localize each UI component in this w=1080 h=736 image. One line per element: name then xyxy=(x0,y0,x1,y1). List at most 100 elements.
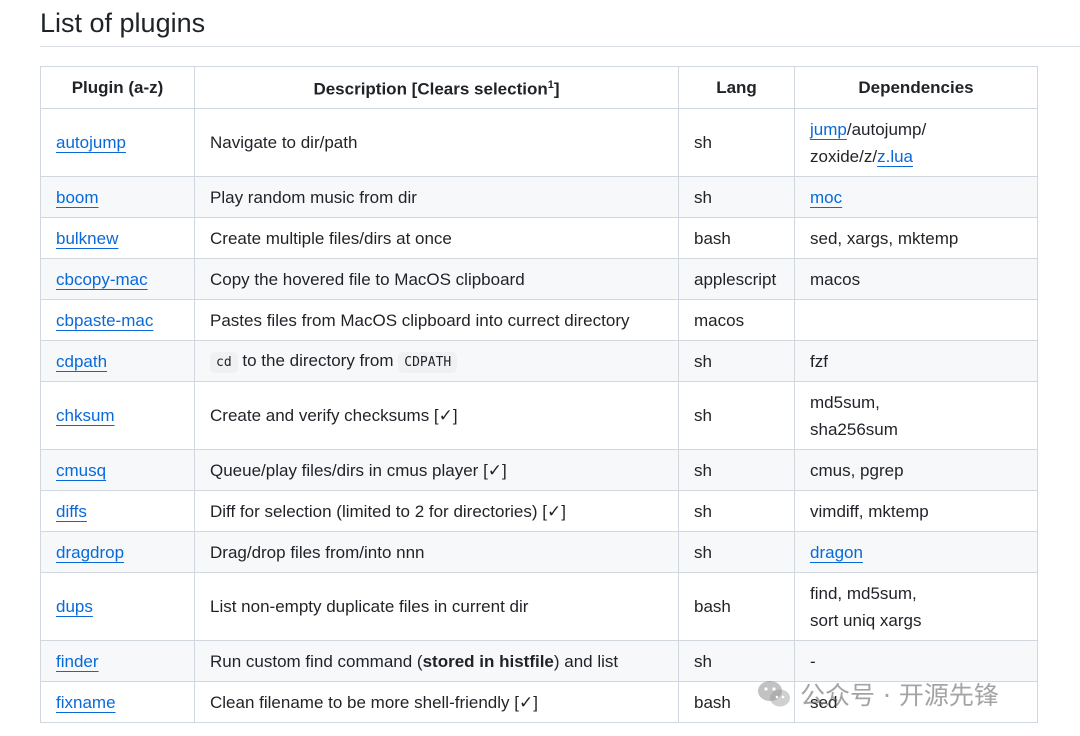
dependency-text: cmus, pgrep xyxy=(810,460,904,480)
bold-text: stored in histfile xyxy=(422,651,554,671)
description-text: to the directory from xyxy=(237,350,399,370)
plugin-link[interactable]: dragdrop xyxy=(56,543,124,562)
table-row: finder Run custom find command (stored in… xyxy=(40,640,1038,682)
cell-description: Clean filename to be more shell-friendly… xyxy=(194,681,679,723)
header-description: Description [Clears selection1] xyxy=(194,66,679,109)
table-row: cbpaste-mac Pastes files from MacOS clipb… xyxy=(40,299,1038,341)
plugin-link[interactable]: finder xyxy=(56,652,99,671)
table-row: dups List non-empty duplicate files in cu… xyxy=(40,572,1038,641)
header-lang: Lang xyxy=(678,66,795,109)
inline-code: CDPATH xyxy=(398,351,458,373)
table-row: cdpath cd to the directory from CDPATH sh f… xyxy=(40,340,1038,382)
plugin-link[interactable]: bulknew xyxy=(56,229,118,248)
dependency-text: zoxide/z/ xyxy=(810,146,878,166)
cell-plugin: diffs xyxy=(40,490,195,532)
plugin-link[interactable]: cbcopy-mac xyxy=(56,270,148,289)
dependency-link[interactable]: dragon xyxy=(810,543,863,562)
plugin-link[interactable]: autojump xyxy=(56,133,126,152)
plugin-link[interactable]: dups xyxy=(56,597,93,616)
dependency-text: sort uniq xargs xyxy=(810,610,922,630)
cell-dependencies: vimdiff, mktemp xyxy=(794,490,1038,532)
cell-lang: sh xyxy=(678,108,795,177)
page-title: List of plugins xyxy=(40,8,206,38)
cell-lang: sh xyxy=(678,531,795,573)
cell-dependencies: sed xyxy=(794,681,1038,723)
cell-lang: sh xyxy=(678,490,795,532)
cell-description: Pastes files from MacOS clipboard into c… xyxy=(194,299,679,341)
plugin-link[interactable]: cdpath xyxy=(56,352,107,371)
table-row: fixname Clean filename to be more shell-f… xyxy=(40,681,1038,723)
description-text: Run custom find command ( xyxy=(210,651,423,671)
plugin-link[interactable]: diffs xyxy=(56,502,87,521)
header-dependencies: Dependencies xyxy=(794,66,1038,109)
header-plugin: Plugin (a-z) xyxy=(40,66,195,109)
cell-dependencies: find, md5sum, sort uniq xargs xyxy=(794,572,1038,641)
cell-plugin: fixname xyxy=(40,681,195,723)
dependency-text: vimdiff, mktemp xyxy=(810,501,929,521)
cell-dependencies: dragon xyxy=(794,531,1038,573)
cell-plugin: autojump xyxy=(40,108,195,177)
cell-description: Navigate to dir/path xyxy=(194,108,679,177)
table-row: autojump Navigate to dir/path sh jump/autoj… xyxy=(40,108,1038,177)
dependency-text: sed xyxy=(810,692,838,712)
table-body: autojump Navigate to dir/path sh jump/autoj… xyxy=(40,108,1038,723)
title-divider xyxy=(40,46,1080,47)
cell-lang: sh xyxy=(678,640,795,682)
dependency-text: sed, xargs, mktemp xyxy=(810,228,959,248)
cell-plugin: dups xyxy=(40,572,195,641)
dependency-text: sha256sum xyxy=(810,419,898,439)
header-description-tail: ] xyxy=(553,79,560,99)
cell-dependencies: md5sum, sha256sum xyxy=(794,381,1038,450)
cell-dependencies: macos xyxy=(794,258,1038,300)
cell-plugin: finder xyxy=(40,640,195,682)
cell-dependencies: jump/autojump/zoxide/z/z.lua xyxy=(794,108,1038,177)
inline-code: cd xyxy=(210,351,238,373)
table-row: diffs Diff for selection (limited to 2 fo… xyxy=(40,490,1038,532)
plugin-link[interactable]: boom xyxy=(56,188,99,207)
dependency-text: - xyxy=(810,651,816,671)
cell-lang: applescript xyxy=(678,258,795,300)
table-row: bulknew Create multiple files/dirs at onc… xyxy=(40,217,1038,259)
cell-dependencies: - xyxy=(794,640,1038,682)
cell-plugin: cbcopy-mac xyxy=(40,258,195,300)
dependency-text: md5sum, xyxy=(810,392,880,412)
cell-lang: bash xyxy=(678,681,795,723)
cell-lang: sh xyxy=(678,449,795,491)
cell-plugin: cmusq xyxy=(40,449,195,491)
cell-description: Run custom find command (stored in histf… xyxy=(194,640,679,682)
plugin-link[interactable]: chksum xyxy=(56,406,115,425)
header-row: Plugin (a-z) Description [Clears selecti… xyxy=(40,66,1038,109)
plugin-link[interactable]: cmusq xyxy=(56,461,106,480)
cell-description: Queue/play files/dirs in cmus player [✓] xyxy=(194,449,679,491)
table-row: boom Play random music from dir sh moc xyxy=(40,176,1038,218)
cell-description: List non-empty duplicate files in curren… xyxy=(194,572,679,641)
table-row: cbcopy-mac Copy the hovered file to MacOS… xyxy=(40,258,1038,300)
cell-description: Play random music from dir xyxy=(194,176,679,218)
plugin-link[interactable]: cbpaste-mac xyxy=(56,311,153,330)
cell-plugin: dragdrop xyxy=(40,531,195,573)
dependency-link[interactable]: z.lua xyxy=(877,147,913,166)
cell-lang: bash xyxy=(678,217,795,259)
cell-lang: sh xyxy=(678,340,795,382)
cell-description: Create and verify checksums [✓] xyxy=(194,381,679,450)
cell-dependencies: sed, xargs, mktemp xyxy=(794,217,1038,259)
cell-plugin: cbpaste-mac xyxy=(40,299,195,341)
table-header: Plugin (a-z) Description [Clears selecti… xyxy=(40,66,1038,109)
description-text: ) and list xyxy=(553,651,619,671)
dependency-text: fzf xyxy=(810,351,828,371)
cell-description: cd to the directory from CDPATH xyxy=(194,340,679,382)
dependency-link[interactable]: jump xyxy=(810,120,847,139)
dependency-text: find, md5sum, xyxy=(810,583,917,603)
dependency-text: macos xyxy=(810,269,861,289)
cell-plugin: cdpath xyxy=(40,340,195,382)
table-row: chksum Create and verify checksums [✓] sh m… xyxy=(40,381,1038,450)
table-row: dragdrop Drag/drop files from/into nnn sh d… xyxy=(40,531,1038,573)
cell-dependencies xyxy=(794,299,1038,341)
cell-plugin: boom xyxy=(40,176,195,218)
cell-plugin: bulknew xyxy=(40,217,195,259)
table-row: cmusq Queue/play files/dirs in cmus playe… xyxy=(40,449,1038,491)
cell-lang: bash xyxy=(678,572,795,641)
dependency-link[interactable]: moc xyxy=(810,188,842,207)
cell-lang: macos xyxy=(678,299,795,341)
plugin-link[interactable]: fixname xyxy=(56,693,116,712)
